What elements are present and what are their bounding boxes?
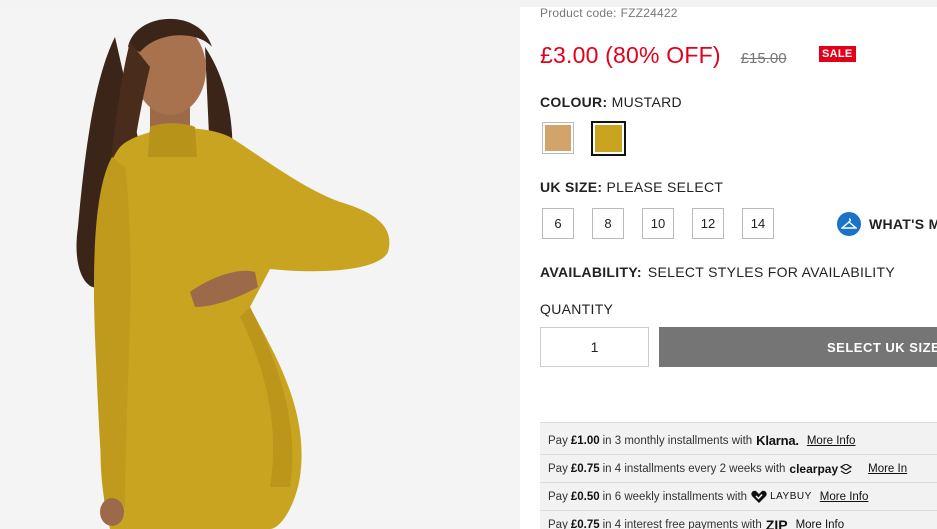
original-price: £15.00 [740,50,787,67]
colour-swatch-mustard[interactable] [591,121,626,156]
payment-row-klarna: Pay £1.00 in 3 monthly installments with… [540,427,937,455]
product-image[interactable] [0,7,520,529]
pay-text: in 4 interest free payments with [602,518,762,529]
colour-label-value: MUSTARD [611,94,682,110]
pay-text: in 6 weekly installments with [602,490,748,503]
laybuy-more-info-link[interactable]: More Info [820,491,869,503]
payment-row-clearpay: Pay £0.75 in 4 installments every 2 week… [540,455,937,483]
size-label-key: UK SIZE: [540,179,603,195]
payment-row-laybuy: Pay £0.50 in 6 weekly installments with … [540,483,937,511]
size-label: UK SIZE: PLEASE SELECT [540,179,723,195]
klarna-more-info-link[interactable]: More Info [807,435,856,447]
colour-label-key: COLOUR: [540,94,608,110]
size-option-14[interactable]: 14 [742,208,774,239]
price-row: £3.00 (80% OFF) £15.00 [540,42,787,69]
klarna-logo-icon: Klarna. [756,433,799,448]
product-code-label: Product code: [540,6,617,20]
pay-amount: £0.75 [570,518,600,529]
pay-text: in 4 installments every 2 weeks with [602,462,786,475]
laybuy-logo-icon: LAYBUY [751,490,812,504]
clearpay-more-info-link[interactable]: More In [868,463,907,475]
size-option-6[interactable]: 6 [542,208,574,239]
pay-pre: Pay [548,434,568,447]
size-option-12[interactable]: 12 [692,208,724,239]
laybuy-logo-text: LAYBUY [770,491,812,502]
pay-text: in 3 monthly installments with [602,434,753,447]
zip-logo-icon: ZIP [765,516,788,529]
colour-swatch-camel[interactable] [542,122,574,154]
size-option-8[interactable]: 8 [592,208,624,239]
payment-row-zip: Pay £0.75 in 4 interest free payments wi… [540,511,937,529]
availability-label: AVAILABILITY: [540,264,642,280]
availability-value: SELECT STYLES FOR AVAILABILITY [647,264,895,280]
availability: AVAILABILITY: SELECT STYLES FOR AVAILABIL… [540,264,895,280]
whats-my-size-label: WHAT'S M [869,216,937,232]
payment-options: Pay £1.00 in 3 monthly installments with… [540,422,937,529]
product-code: Product code: FZZ24422 [540,6,678,20]
size-option-10[interactable]: 10 [642,208,674,239]
product-details: Product code: FZZ24422 £3.00 (80% OFF) £1… [540,0,937,529]
select-uk-size-button[interactable]: SELECT UK SIZE [659,327,937,367]
hanger-icon [837,212,861,236]
clearpay-logo-icon: clearpay [789,461,853,476]
pay-amount: £1.00 [570,434,600,447]
pay-amount: £0.75 [570,462,600,475]
pay-amount: £0.50 [570,490,600,503]
pay-pre: Pay [548,518,568,529]
model-wearing-dress-image [0,7,520,529]
current-price: £3.00 (80% OFF) [540,42,721,68]
quantity-input[interactable] [540,327,649,367]
sale-badge: SALE [819,46,856,62]
product-code-value: FZZ24422 [620,6,678,20]
size-label-value: PLEASE SELECT [606,179,724,195]
pay-pre: Pay [548,490,568,503]
swatch-fill [595,125,622,152]
clearpay-logo-text: clearpay [789,461,839,476]
zip-more-info-link[interactable]: More Info [796,519,845,529]
whats-my-size-link[interactable]: WHAT'S M [837,212,937,236]
pay-pre: Pay [548,462,568,475]
swatch-fill [545,125,571,151]
quantity-label: QUANTITY [540,301,614,317]
colour-label: COLOUR: MUSTARD [540,94,682,110]
